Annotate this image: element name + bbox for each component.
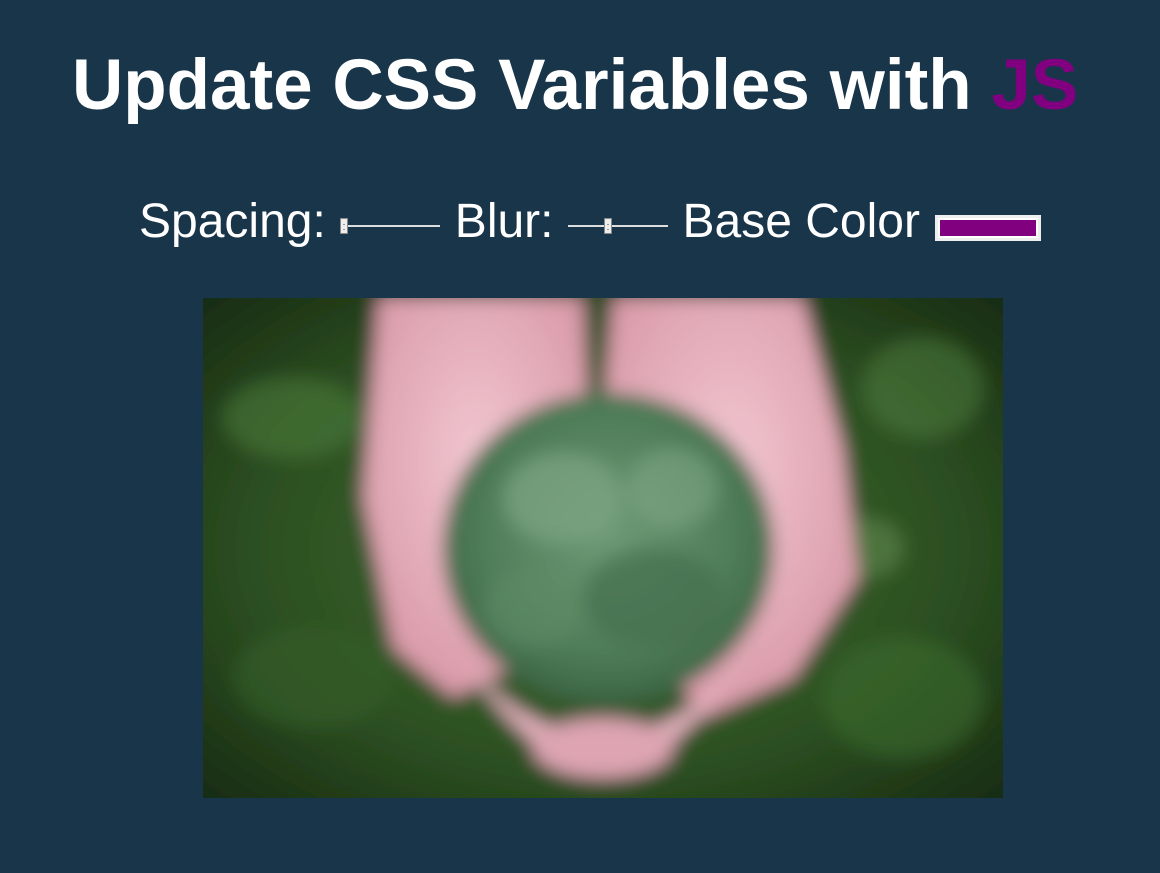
page: Update CSS Variables with JS Spacing: Bl… <box>0 0 1160 873</box>
spacing-slider-thumb[interactable] <box>339 218 348 234</box>
title-highlight: JS <box>991 46 1079 125</box>
spacing-label: Spacing: <box>139 195 326 248</box>
blur-slider-thumb[interactable] <box>604 218 613 234</box>
base-color-label: Base Color <box>682 195 920 248</box>
controls: Spacing: Blur: Base Color <box>139 192 1041 252</box>
blur-slider[interactable] <box>567 217 668 237</box>
spacing-slider-track <box>339 225 440 227</box>
blur-label: Blur: <box>454 195 554 248</box>
title-text: Update CSS Variables with <box>72 46 992 125</box>
blurred-photo <box>203 298 1003 798</box>
page-title: Update CSS Variables with JS <box>72 46 1078 126</box>
base-color-picker[interactable] <box>934 215 1041 241</box>
spacing-slider[interactable] <box>339 217 440 237</box>
blur-slider-track <box>567 225 668 227</box>
hands-leaves-image <box>203 298 1003 798</box>
